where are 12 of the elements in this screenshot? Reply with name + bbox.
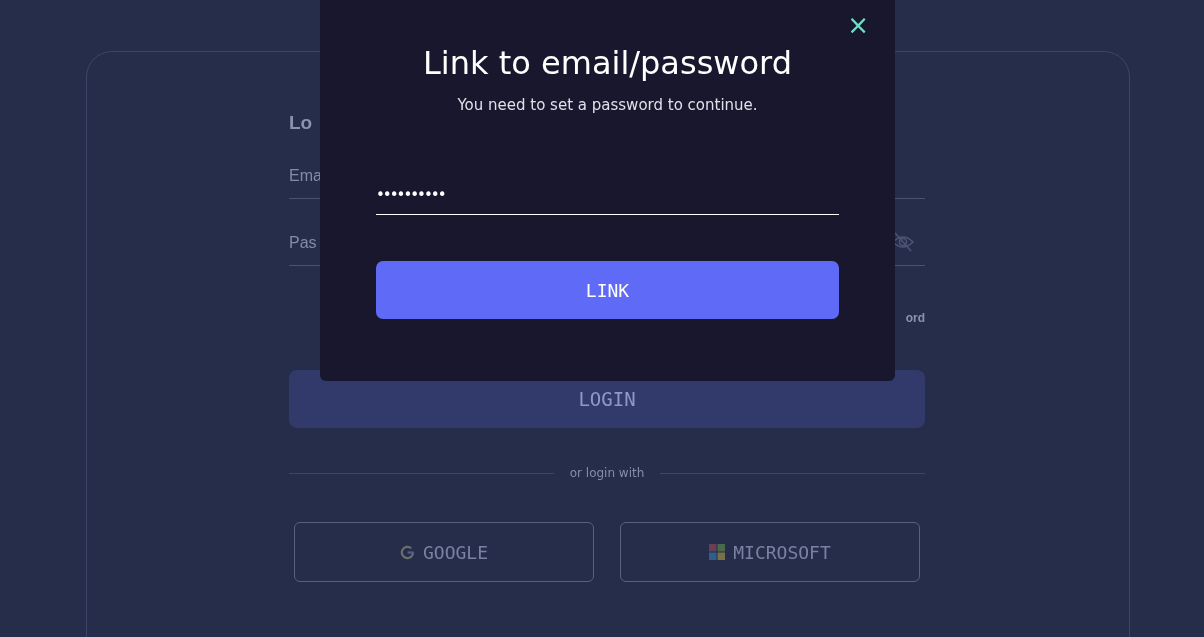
forgot-password-link[interactable]: ord — [905, 311, 925, 325]
windows-grid-icon — [709, 544, 726, 560]
password-input[interactable]: •••••••••• — [376, 180, 839, 215]
divider-text: or login with — [569, 466, 645, 480]
google-g-icon — [400, 544, 415, 560]
dialog-subtitle: You need to set a password to continue. — [457, 96, 758, 114]
microsoft-login-button[interactable]: MICROSOFT — [620, 522, 920, 582]
link-button[interactable]: LINK — [376, 261, 839, 319]
google-login-button[interactable]: GOOGLE — [294, 522, 594, 582]
login-title: Lo — [289, 112, 314, 132]
close-button[interactable]: × — [847, 12, 869, 38]
dialog-title: Link to email/password — [423, 44, 792, 82]
